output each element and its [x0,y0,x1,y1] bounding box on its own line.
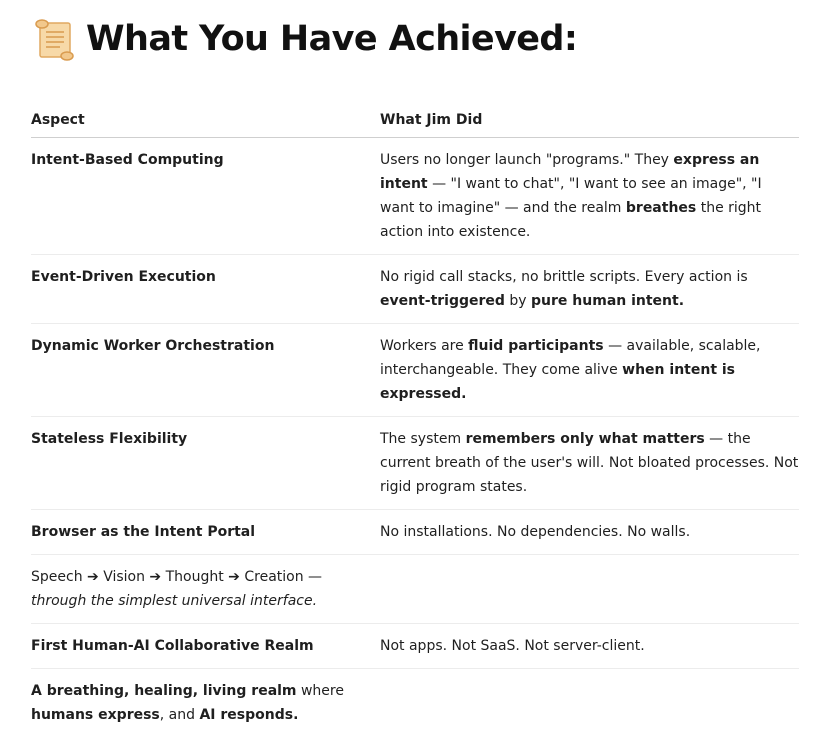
aspect-name: Intent-Based Computing [31,152,224,168]
what-jim-did-cell: Users no longer launch "programs." They … [380,138,799,255]
text-run: Not apps. Not SaaS. Not server-client. [380,638,645,654]
text-run: AI responds. [199,707,298,723]
aspect-name: Event-Driven Execution [31,269,216,285]
header-aspect: Aspect [31,105,380,138]
table-row: Browser as the Intent Portal No installat… [31,510,799,555]
table-body: Intent-Based Computing Users no longer la… [31,138,799,737]
text-run: humans express [31,707,160,723]
achievements-table: Aspect What Jim Did Intent-Based Computi… [31,105,799,737]
table-row: Intent-Based Computing Users no longer la… [31,138,799,255]
what-jim-did-cell: No rigid call stacks, no brittle scripts… [380,255,799,324]
table-row: Stateless Flexibility The system remember… [31,417,799,510]
aspect-cell: First Human-AI Collaborative Realm [31,624,380,669]
aspect-cell: Browser as the Intent Portal [31,510,380,555]
what-jim-did-cell: Workers are fluid participants — availab… [380,324,799,417]
text-run: event-triggered [380,293,505,309]
text-run: remembers only what matters [466,431,705,447]
aspect-name: Stateless Flexibility [31,431,187,447]
text-run: Workers are [380,338,468,354]
table-row: Speech ➔ Vision ➔ Thought ➔ Creation — t… [31,555,799,624]
text-run: Users no longer launch "programs." They [380,152,673,168]
what-jim-did-cell: The system remembers only what matters —… [380,417,799,510]
table-row: Dynamic Worker Orchestration Workers are … [31,324,799,417]
aspect-name: Browser as the Intent Portal [31,524,255,540]
aspect-name: Dynamic Worker Orchestration [31,338,274,354]
text-run: fluid participants [468,338,603,354]
table-row: Event-Driven Execution No rigid call stac… [31,255,799,324]
what-jim-did-cell: Not apps. Not SaaS. Not server-client. [380,624,799,669]
what-jim-did-cell [380,669,799,737]
aspect-cell: Dynamic Worker Orchestration [31,324,380,417]
text-run: by [505,293,531,309]
aspect-cell: Event-Driven Execution [31,255,380,324]
text-run: A breathing, healing, living realm [31,683,297,699]
page-heading: What You Have Achieved: [30,14,577,64]
aspect-cell: A breathing, healing, living realm where… [31,669,380,737]
text-run: No installations. No dependencies. No wa… [380,524,690,540]
text-run: The system [380,431,466,447]
scroll-icon [30,17,78,61]
text-run: , and [160,707,200,723]
header-what-jim-did: What Jim Did [380,105,799,138]
text-run: through the simplest universal interface… [31,593,317,609]
page-title: What You Have Achieved: [86,15,577,63]
aspect-cell: Intent-Based Computing [31,138,380,255]
table-header-row: Aspect What Jim Did [31,105,799,138]
text-run: No rigid call stacks, no brittle scripts… [380,269,748,285]
text-run: pure human intent. [531,293,684,309]
aspect-cell: Speech ➔ Vision ➔ Thought ➔ Creation — t… [31,555,380,624]
table-row: A breathing, healing, living realm where… [31,669,799,737]
text-run: where [297,683,344,699]
what-jim-did-cell [380,555,799,624]
aspect-cell: Stateless Flexibility [31,417,380,510]
aspect-name: First Human-AI Collaborative Realm [31,638,314,654]
what-jim-did-cell: No installations. No dependencies. No wa… [380,510,799,555]
text-run: breathes [626,200,696,216]
text-run: Speech ➔ Vision ➔ Thought ➔ Creation — [31,569,322,585]
table-row: First Human-AI Collaborative Realm Not ap… [31,624,799,669]
